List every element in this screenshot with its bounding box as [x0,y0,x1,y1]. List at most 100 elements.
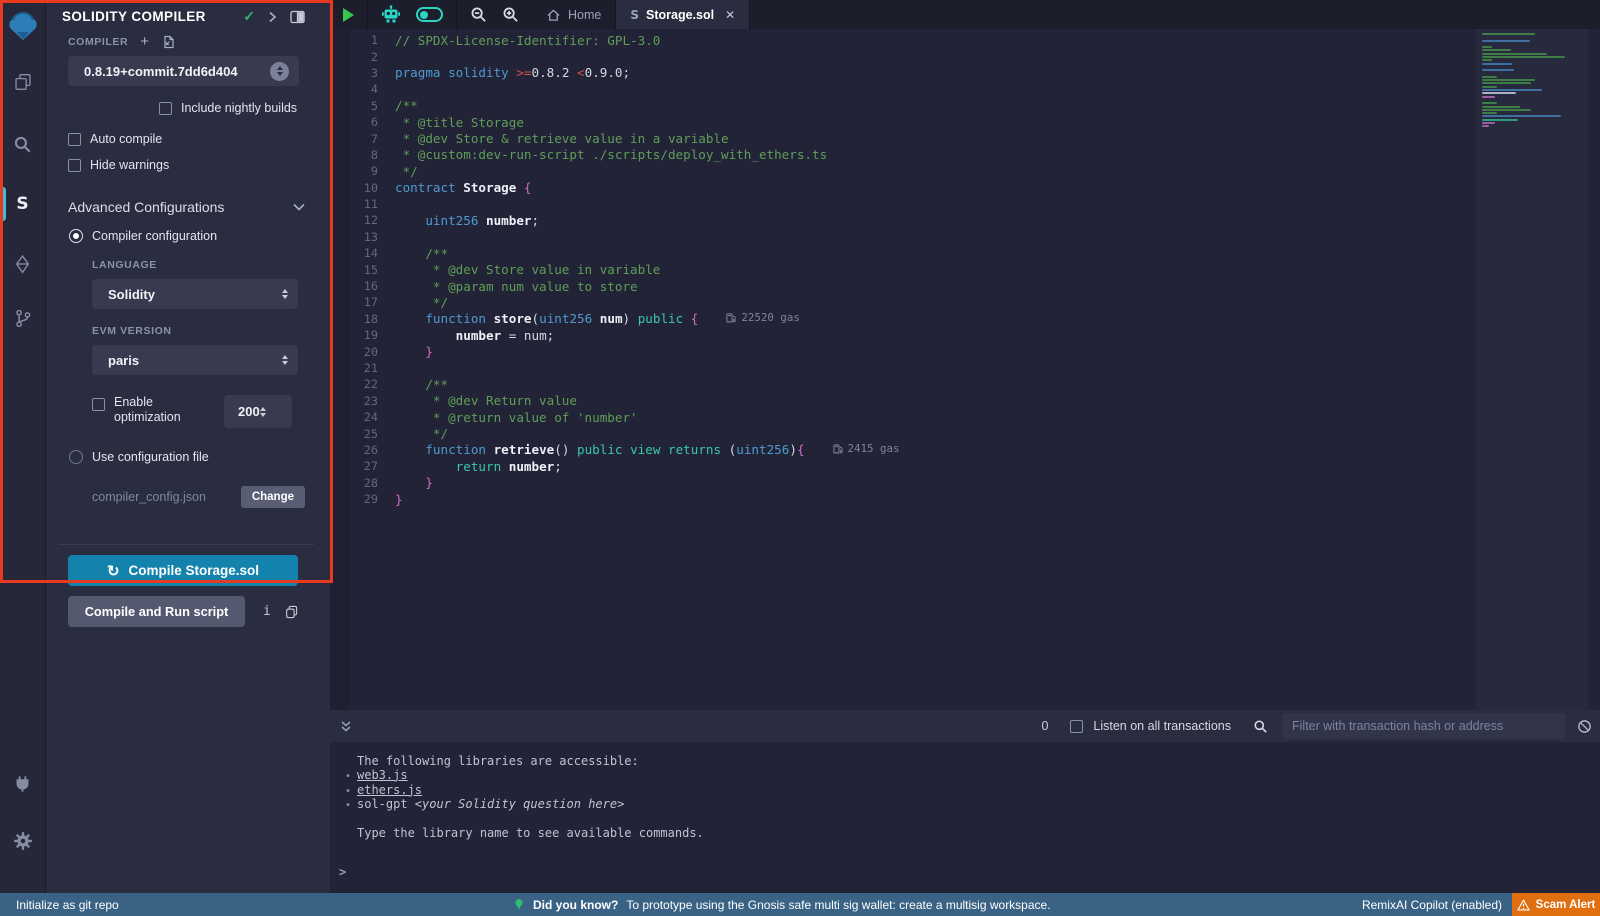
code-line: 20 } [330,343,1470,359]
code-line: 7 * @dev Store & retrieve value in a var… [330,130,1470,146]
terminal-library-link[interactable]: web3.js [357,768,408,782]
auto-compile-label: Auto compile [90,132,162,146]
code-lines: 1// SPDX-License-Identifier: GPL-3.023pr… [330,32,1470,507]
code-line: 15 * @dev Store value in variable [330,261,1470,277]
advanced-configurations-header[interactable]: Advanced Configurations [68,199,305,215]
remix-ide-window: S [0,0,1600,916]
plugin-manager-icon[interactable] [0,763,46,803]
compiler-version-select[interactable]: 0.8.19+commit.7dd6d404 [68,56,299,86]
code-line: 4 [330,81,1470,97]
code-line: 22 /** [330,376,1470,392]
terminal-library-list: •web3.js•ethers.js•sol-gpt <your Solidit… [330,769,1600,813]
refresh-icon: ↻ [107,562,120,580]
code-line: 21 [330,360,1470,376]
config-filename: compiler_config.json [92,490,206,504]
zoom-group [457,0,532,29]
collapse-terminal-icon[interactable] [340,720,352,733]
code-line: 18 function store(uint256 num) public {2… [330,311,1470,327]
use-config-file-label: Use configuration file [92,450,209,464]
settings-gear-icon[interactable] [0,821,46,861]
tab-home-label: Home [568,8,601,22]
code-line: 11 [330,196,1470,212]
chevron-right-icon[interactable] [268,11,277,23]
hide-warnings-label: Hide warnings [90,158,169,172]
scam-alert-button[interactable]: Scam Alert [1512,893,1600,916]
icon-sidebar: S [0,0,46,893]
gas-estimate-badge: 2415 gas [833,442,900,455]
add-compiler-icon[interactable]: + [140,37,149,47]
terminal-prompt[interactable]: > [339,865,346,879]
panel-divider [58,544,314,545]
terminal-intro: The following libraries are accessible: [330,755,1600,769]
solidity-compiler-icon[interactable]: S [0,184,46,224]
listen-transactions-checkbox[interactable] [1070,720,1083,733]
include-nightly-checkbox[interactable] [159,102,172,115]
split-panel-icon[interactable] [290,10,305,24]
clear-console-icon[interactable] [1577,719,1592,734]
run-script-play-icon[interactable] [343,8,354,22]
code-line: 10contract Storage { [330,180,1470,196]
optimization-runs-value: 200 [238,404,260,419]
git-icon[interactable] [0,298,46,338]
init-git-repo-button[interactable]: Initialize as git repo [16,893,119,916]
remix-logo-icon[interactable] [0,2,46,52]
compile-success-check-icon: ✓ [243,8,255,25]
deploy-and-run-icon[interactable] [0,244,46,284]
editor-minimap[interactable] [1476,29,1588,710]
code-editor[interactable]: 1// SPDX-License-Identifier: GPL-3.023pr… [330,29,1600,710]
compiler-configuration-label: Compiler configuration [92,229,217,243]
code-line: 28 } [330,475,1470,491]
compile-and-run-button[interactable]: Compile and Run script [68,596,245,627]
include-nightly-label: Include nightly builds [181,101,297,115]
terminal-library-link[interactable]: ethers.js [357,783,422,797]
change-config-button[interactable]: Change [241,486,305,508]
solidity-compiler-panel: SOLIDITY COMPILER ✓ COMPILER + [46,0,330,893]
panel-title: SOLIDITY COMPILER [62,9,243,24]
tab-home[interactable]: Home [532,0,615,29]
run-script-group [330,0,368,29]
optimization-runs-input[interactable]: 200 [224,395,292,428]
enable-optimization-label: Enable optimization [114,395,200,425]
close-tab-icon[interactable]: ✕ [725,8,735,22]
code-line: 27 return number; [330,458,1470,474]
version-selector-icon [270,62,289,81]
ai-copilot-group [368,0,457,29]
evm-version-select[interactable]: paris [92,345,298,375]
file-explorer-icon[interactable] [0,62,46,102]
editor-tab-bar: Home S Storage.sol ✕ [330,0,1600,29]
zoom-in-icon[interactable] [502,6,519,23]
compile-button[interactable]: ↻ Compile Storage.sol [68,555,298,586]
terminal-hint: Type the library name to see available c… [330,827,1600,841]
copy-icon[interactable] [285,605,298,619]
terminal-library-item: •sol-gpt <your Solidity question here> [330,798,1600,813]
advanced-configurations-label: Advanced Configurations [68,199,224,215]
compiler-configuration-radio[interactable] [69,229,83,243]
main-area: Home S Storage.sol ✕ 1// SPDX-License-Id… [330,0,1600,893]
transaction-filter-input[interactable] [1282,713,1565,739]
compiler-version-value: 0.8.19+commit.7dd6d404 [84,64,270,79]
language-value: Solidity [108,287,282,302]
terminal-library-item: •web3.js [330,769,1600,784]
enable-optimization-checkbox[interactable] [92,398,105,411]
ai-robot-icon[interactable] [381,5,401,24]
language-label: LANGUAGE [92,259,305,271]
info-icon[interactable]: i [263,604,271,619]
terminal-search-icon[interactable] [1253,719,1268,734]
code-line: 16 * @param num value to store [330,278,1470,294]
code-line: 29} [330,491,1470,507]
code-line: 19 number = num; [330,327,1470,343]
import-compiler-file-icon[interactable] [161,35,175,49]
zoom-out-icon[interactable] [470,6,487,23]
language-select[interactable]: Solidity [92,279,298,309]
search-icon[interactable] [0,124,46,164]
code-line: 12 uint256 number; [330,212,1470,228]
hide-warnings-checkbox[interactable] [68,159,81,172]
copilot-status[interactable]: RemixAI Copilot (enabled) [1362,893,1502,916]
select-arrows-icon [282,289,288,299]
auto-compile-checkbox[interactable] [68,133,81,146]
code-line: 26 function retrieve() public view retur… [330,442,1470,458]
copilot-toggle[interactable] [416,7,443,22]
tip-title: Did you know? [533,898,618,912]
tab-storage-sol[interactable]: S Storage.sol ✕ [615,0,750,29]
use-config-file-radio[interactable] [69,450,83,464]
